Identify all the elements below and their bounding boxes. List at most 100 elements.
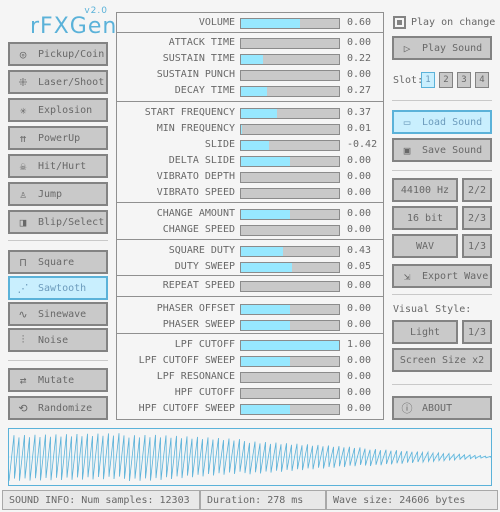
param-value: 0.00 [347, 208, 372, 219]
param-row-attack-time: ATTACK TIME 0.00 [117, 35, 383, 51]
slot-3-button[interactable]: 3 [457, 72, 471, 88]
preset-hit-hurt-button[interactable]: ☠ Hit/Hurt [8, 154, 108, 178]
format-cycle-button[interactable]: 1/3 [462, 234, 492, 258]
volume-slider[interactable] [240, 18, 340, 29]
lpf-cutoff-sweep-slider[interactable] [240, 356, 340, 367]
style-button[interactable]: Light [392, 320, 458, 344]
coin-icon: ◎ [19, 47, 27, 61]
bit-depth-button[interactable]: 16 bit [392, 206, 458, 230]
param-value: 0.00 [347, 69, 372, 80]
vibrato-depth-slider[interactable] [240, 172, 340, 183]
lpf-resonance-slider[interactable] [240, 372, 340, 383]
duty-sweep-slider[interactable] [240, 262, 340, 273]
param-label: LPF CUTOFF [174, 339, 235, 350]
slider-fill [241, 341, 339, 350]
repeat-speed-slider[interactable] [240, 281, 340, 292]
preset-jump-button[interactable]: ♙ Jump [8, 182, 108, 206]
param-label: CHANGE SPEED [162, 224, 235, 235]
param-row-lpf-cutoff: LPF CUTOFF 1.00 [117, 337, 383, 353]
slot-1-button[interactable]: 1 [421, 72, 435, 88]
format-button[interactable]: WAV [392, 234, 458, 258]
play-sound-button[interactable]: ▷ Play Sound [392, 36, 492, 60]
load-sound-button[interactable]: ▭ Load Sound [392, 110, 492, 134]
mutate-icon: ⇄ [19, 373, 27, 387]
waveform-sawtooth-button[interactable]: ⋰ Sawtooth [8, 276, 108, 300]
randomize-button[interactable]: ⟲ Randomize [8, 396, 108, 420]
hpf-cutoff-slider[interactable] [240, 388, 340, 399]
delta-slide-slider[interactable] [240, 156, 340, 167]
preset-explosion-button[interactable]: ✳ Explosion [8, 98, 108, 122]
min-frequency-slider[interactable] [240, 124, 340, 135]
bit-depth-cycle-button[interactable]: 2/3 [462, 206, 492, 230]
param-label: START FREQUENCY [144, 107, 235, 118]
square-duty-slider[interactable] [240, 246, 340, 257]
about-button[interactable]: ⓘ ABOUT [392, 396, 492, 420]
slider-fill [241, 305, 290, 314]
sustain-time-slider[interactable] [240, 54, 340, 65]
slider-fill [241, 141, 270, 150]
param-row-lpf-resonance: LPF RESONANCE 0.00 [117, 369, 383, 385]
param-value: 0.00 [347, 224, 372, 235]
style-cycle-button[interactable]: 1/3 [462, 320, 492, 344]
param-label: DELTA SLIDE [168, 155, 235, 166]
param-label: ATTACK TIME [168, 37, 235, 48]
panel-section-divider [117, 296, 383, 297]
param-value: 0.00 [347, 280, 372, 291]
app-logo: rFXGen v2.0 [28, 6, 116, 40]
slider-fill [241, 321, 290, 330]
mutate-button[interactable]: ⇄ Mutate [8, 368, 108, 392]
waveform-label: Square [38, 256, 75, 268]
sample-rate-cycle-button[interactable]: 2/2 [462, 178, 492, 202]
preset-pickup-coin-button[interactable]: ◎ Pickup/Coin [8, 42, 108, 66]
param-value: 0.37 [347, 107, 372, 118]
change-amount-slider[interactable] [240, 209, 340, 220]
preset-blip-select-button[interactable]: ◨ Blip/Select [8, 210, 108, 234]
sustain-punch-slider[interactable] [240, 70, 340, 81]
preset-label: Blip/Select [38, 216, 105, 228]
panel-section-divider [117, 202, 383, 203]
status-wave-size: Wave size: 24606 bytes [326, 490, 498, 510]
attack-time-slider[interactable] [240, 38, 340, 49]
preset-powerup-button[interactable]: ⇈ PowerUp [8, 126, 108, 150]
sawtooth-wave-icon: ⋰ [17, 281, 29, 295]
waveform-square-button[interactable]: ⊓ Square [8, 250, 108, 274]
status-duration: Duration: 278 ms [200, 490, 326, 510]
param-value: 0.60 [347, 17, 372, 28]
param-row-delta-slide: DELTA SLIDE 0.00 [117, 153, 383, 169]
slide-slider[interactable] [240, 140, 340, 151]
screen-size-button[interactable]: Screen Size x2 [392, 348, 492, 372]
lpf-cutoff-slider[interactable] [240, 340, 340, 351]
phaser-sweep-slider[interactable] [240, 320, 340, 331]
change-speed-slider[interactable] [240, 225, 340, 236]
preset-label: Jump [38, 188, 63, 200]
param-row-sustain-time: SUSTAIN TIME 0.22 [117, 51, 383, 67]
waveform-label: Sinewave [38, 308, 87, 320]
preset-laser-shoot-button[interactable]: ⁜ Laser/Shoot [8, 70, 108, 94]
play-on-change-checkbox[interactable] [393, 16, 406, 29]
export-wave-button[interactable]: ⇲ Export Wave [392, 264, 492, 288]
save-sound-label: Save Sound [422, 144, 483, 156]
right-divider-2 [392, 170, 492, 171]
panel-section-divider [117, 333, 383, 334]
sample-rate-button[interactable]: 44100 Hz [392, 178, 458, 202]
mutate-label: Mutate [38, 374, 75, 386]
waveform-noise-button[interactable]: ⫶ Noise [8, 328, 108, 352]
hpf-cutoff-sweep-slider[interactable] [240, 404, 340, 415]
param-row-decay-time: DECAY TIME 0.27 [117, 83, 383, 99]
slot-2-button[interactable]: 2 [439, 72, 453, 88]
vibrato-speed-slider[interactable] [240, 188, 340, 199]
param-row-hpf-cutoff-sweep: HPF CUTOFF SWEEP 0.00 [117, 401, 383, 417]
param-label: PHASER SWEEP [162, 319, 235, 330]
slot-4-button[interactable]: 4 [475, 72, 489, 88]
param-label: SLIDE [204, 139, 235, 150]
decay-time-slider[interactable] [240, 86, 340, 97]
slider-fill [241, 125, 242, 134]
param-value: 0.00 [347, 371, 372, 382]
save-sound-button[interactable]: ▣ Save Sound [392, 138, 492, 162]
waveform-sinewave-button[interactable]: ∿ Sinewave [8, 302, 108, 326]
start-frequency-slider[interactable] [240, 108, 340, 119]
phaser-offset-slider[interactable] [240, 304, 340, 315]
slider-fill [241, 263, 292, 272]
param-row-vibrato-speed: VIBRATO SPEED 0.00 [117, 185, 383, 201]
slider-fill [241, 19, 300, 28]
